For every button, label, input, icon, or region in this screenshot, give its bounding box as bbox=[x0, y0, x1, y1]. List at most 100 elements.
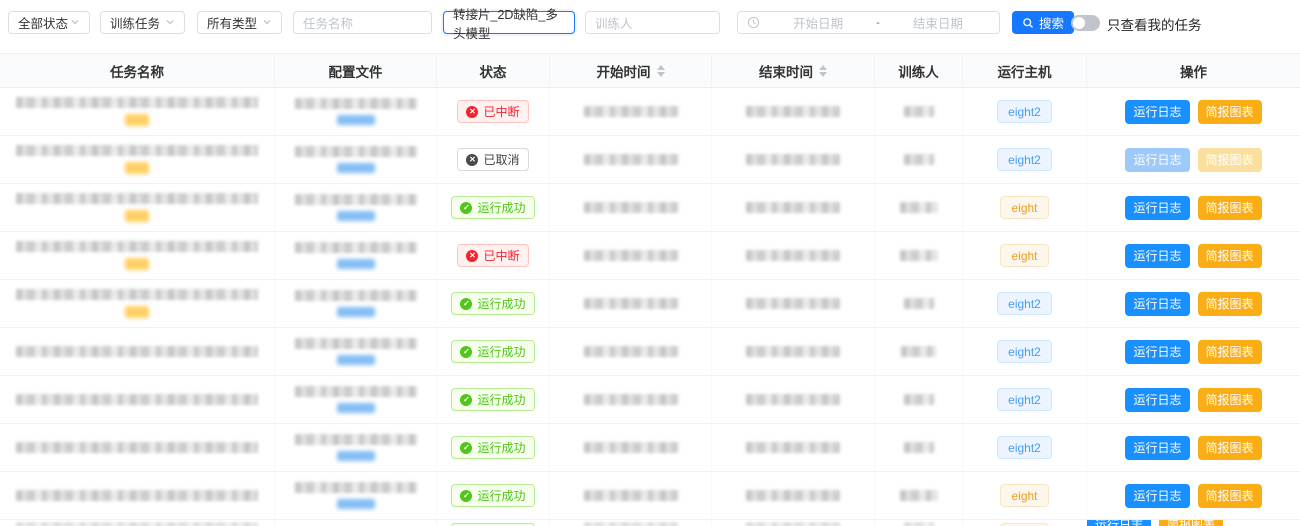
report-chart-button[interactable]: 简报图表 bbox=[1198, 484, 1262, 508]
date-separator: - bbox=[876, 17, 880, 29]
col-host: 运行主机 bbox=[963, 54, 1087, 87]
run-log-button[interactable]: 运行日志 bbox=[1125, 484, 1189, 508]
status-label: 已中断 bbox=[483, 103, 519, 120]
host-badge: eight2 bbox=[997, 148, 1052, 171]
status-label: 运行成功 bbox=[477, 199, 525, 216]
run-log-button[interactable]: 运行日志 bbox=[1125, 100, 1189, 124]
filter-bar: 全部状态 训练任务 所有类型 任务名称 转接片_2D缺陷_多头模型 训练人 开始… bbox=[0, 0, 1300, 53]
report-chart-button[interactable]: 简报图表 bbox=[1198, 100, 1262, 124]
report-chart-button[interactable]: 简报图表 bbox=[1198, 148, 1262, 172]
status-icon bbox=[460, 394, 472, 406]
config-file-redacted bbox=[295, 242, 417, 253]
trainer-placeholder: 训练人 bbox=[595, 13, 633, 32]
config-link-redacted[interactable] bbox=[337, 211, 375, 221]
actions-cell: 运行日志 简报图表 bbox=[1087, 328, 1300, 375]
config-file-cell bbox=[275, 280, 437, 327]
report-chart-button[interactable]: 简报图表 bbox=[1198, 244, 1262, 268]
start-time-cell bbox=[550, 232, 712, 279]
task-tag-redacted bbox=[125, 306, 149, 318]
task-search-input[interactable]: 转接片_2D缺陷_多头模型 bbox=[443, 11, 575, 34]
start-time-redacted bbox=[584, 490, 678, 501]
task-name-cell bbox=[0, 376, 275, 423]
task-name-cell bbox=[0, 136, 275, 183]
actions-cell: 运行日志 简报图表 bbox=[1087, 520, 1300, 526]
search-button-label: 搜索 bbox=[1039, 13, 1064, 32]
config-file-cell bbox=[275, 232, 437, 279]
run-log-button[interactable]: 运行日志 bbox=[1125, 148, 1189, 172]
start-time-cell bbox=[550, 424, 712, 471]
config-file-cell bbox=[275, 136, 437, 183]
config-link-redacted[interactable] bbox=[337, 403, 375, 413]
status-badge: 运行成功 bbox=[451, 484, 534, 507]
start-time-cell bbox=[550, 184, 712, 231]
report-chart-button[interactable]: 简报图表 bbox=[1198, 436, 1262, 460]
status-filter-select[interactable]: 全部状态 bbox=[8, 11, 90, 34]
category-filter-select[interactable]: 所有类型 bbox=[197, 11, 282, 34]
end-time-cell bbox=[712, 520, 875, 526]
sort-icon[interactable] bbox=[819, 65, 827, 77]
trainer-redacted bbox=[904, 154, 934, 165]
host-badge: eight2 bbox=[997, 340, 1052, 363]
date-range-picker[interactable]: 开始日期 - 结束日期 bbox=[737, 11, 1000, 34]
table-row: 运行成功 eight2 运行日志 简报图表 bbox=[0, 424, 1300, 472]
my-tasks-toggle[interactable] bbox=[1071, 15, 1100, 31]
config-link-redacted[interactable] bbox=[337, 163, 375, 173]
run-log-button[interactable]: 运行日志 bbox=[1125, 292, 1189, 316]
run-log-button[interactable]: 运行日志 bbox=[1125, 340, 1189, 364]
config-link-redacted[interactable] bbox=[337, 259, 375, 269]
sort-icon[interactable] bbox=[657, 65, 665, 77]
config-link-redacted[interactable] bbox=[337, 499, 375, 509]
col-start-time: 开始时间 bbox=[550, 54, 712, 87]
report-chart-button[interactable]: 简报图表 bbox=[1198, 388, 1262, 412]
status-badge: 运行成功 bbox=[451, 340, 534, 363]
start-time-cell bbox=[550, 328, 712, 375]
task-type-select[interactable]: 训练任务 bbox=[100, 11, 185, 34]
status-cell: 运行成功 bbox=[437, 184, 550, 231]
task-name-input[interactable]: 任务名称 bbox=[293, 11, 432, 34]
host-cell: eight bbox=[963, 184, 1087, 231]
host-badge: eight bbox=[1000, 244, 1048, 267]
end-time-cell bbox=[712, 424, 875, 471]
chevron-down-icon bbox=[165, 16, 175, 30]
task-name-redacted bbox=[16, 241, 258, 252]
start-time-cell bbox=[550, 520, 712, 526]
run-log-button[interactable]: 运行日志 bbox=[1125, 244, 1189, 268]
status-label: 已中断 bbox=[483, 247, 519, 264]
config-link-redacted[interactable] bbox=[337, 307, 375, 317]
chevron-down-icon bbox=[262, 16, 272, 30]
col-trainer-label: 训练人 bbox=[898, 61, 939, 81]
end-time-cell bbox=[712, 376, 875, 423]
table-row: 已中断 eight2 运行日志 简报图表 bbox=[0, 88, 1300, 136]
trainer-cell bbox=[875, 376, 963, 423]
task-name-cell bbox=[0, 328, 275, 375]
task-tag-redacted bbox=[125, 114, 149, 126]
config-link-redacted[interactable] bbox=[337, 355, 375, 365]
report-chart-button[interactable]: 简报图表 bbox=[1198, 196, 1262, 220]
config-link-redacted[interactable] bbox=[337, 115, 375, 125]
config-file-redacted bbox=[295, 290, 417, 301]
trainer-redacted bbox=[900, 202, 938, 213]
start-date-input[interactable]: 开始日期 bbox=[766, 13, 870, 32]
run-log-button[interactable]: 运行日志 bbox=[1125, 196, 1189, 220]
report-chart-button[interactable]: 简报图表 bbox=[1198, 340, 1262, 364]
trainer-redacted bbox=[900, 250, 938, 261]
status-cell: 运行成功 bbox=[437, 424, 550, 471]
task-name-cell bbox=[0, 472, 275, 519]
task-name-redacted bbox=[16, 289, 258, 300]
start-time-redacted bbox=[584, 394, 678, 405]
report-chart-button[interactable]: 简报图表 bbox=[1198, 292, 1262, 316]
search-button[interactable]: 搜索 bbox=[1012, 11, 1074, 34]
col-actions: 操作 bbox=[1087, 54, 1300, 87]
trainer-filter-input[interactable]: 训练人 bbox=[585, 11, 720, 34]
config-file-redacted bbox=[295, 386, 417, 397]
report-chart-button[interactable]: 简报图表 bbox=[1159, 520, 1223, 526]
host-cell: eight2 bbox=[963, 136, 1087, 183]
end-date-input[interactable]: 结束日期 bbox=[886, 13, 990, 32]
run-log-button[interactable]: 运行日志 bbox=[1087, 520, 1151, 526]
status-cell: 运行成功 bbox=[437, 328, 550, 375]
col-end-time-label: 结束时间 bbox=[759, 61, 813, 81]
run-log-button[interactable]: 运行日志 bbox=[1125, 436, 1189, 460]
config-link-redacted[interactable] bbox=[337, 451, 375, 461]
col-config-file-label: 配置文件 bbox=[329, 61, 383, 81]
run-log-button[interactable]: 运行日志 bbox=[1125, 388, 1189, 412]
